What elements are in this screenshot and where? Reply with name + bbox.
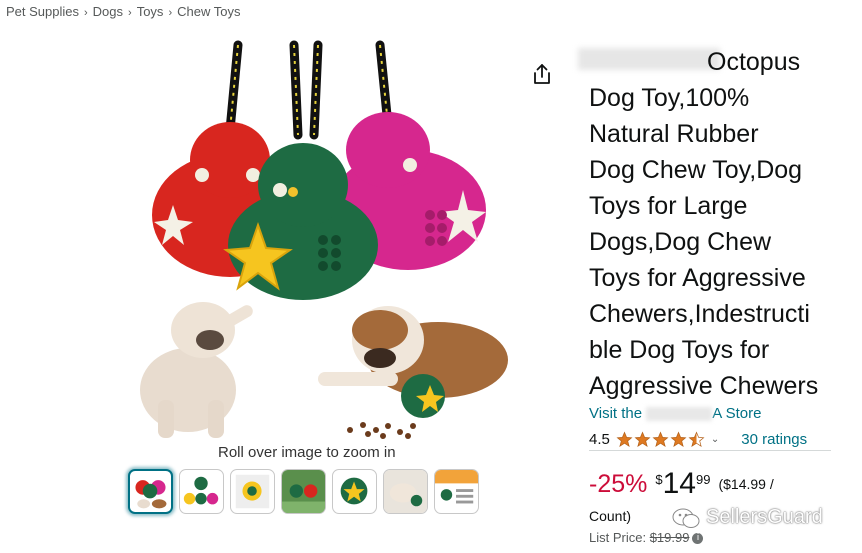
title-line: Toys for Aggressive bbox=[589, 264, 806, 292]
title-line: Dog Chew Toy,Dog bbox=[589, 156, 803, 184]
rating-value: 4.5 bbox=[589, 430, 610, 448]
discount-percent: -25% bbox=[589, 470, 648, 498]
store-name-redaction bbox=[646, 407, 713, 422]
zoom-hint: Roll over image to zoom in bbox=[218, 444, 396, 461]
unit-price: ($14.99 / bbox=[718, 476, 774, 492]
thumbnail-6[interactable] bbox=[383, 469, 428, 514]
list-price-label: List Price: bbox=[589, 530, 647, 545]
price-fraction: 99 bbox=[695, 472, 711, 487]
breadcrumb-separator: › bbox=[84, 7, 88, 19]
ratings-count-link[interactable]: 30 ratings bbox=[741, 431, 807, 448]
unit-count: Count) bbox=[589, 508, 632, 524]
thumbnail-3[interactable] bbox=[230, 469, 275, 514]
store-link-prefix: Visit the bbox=[589, 405, 643, 422]
thumbnail-1[interactable] bbox=[128, 469, 173, 514]
star-full-icon bbox=[670, 431, 687, 447]
title-line: Aggressive Chewers bbox=[589, 372, 819, 400]
title-line: Toys for Large bbox=[589, 192, 748, 220]
title-line: ble Dog Toys for bbox=[589, 336, 770, 364]
divider bbox=[589, 450, 831, 451]
star-rating[interactable] bbox=[616, 431, 705, 448]
thumbnail-strip bbox=[128, 469, 479, 514]
breadcrumb-separator: › bbox=[128, 7, 132, 19]
wechat-logo-icon bbox=[672, 508, 700, 528]
breadcrumb-pet-supplies[interactable]: Pet Supplies bbox=[6, 4, 79, 19]
star-full-icon bbox=[634, 431, 651, 447]
breadcrumb: Pet Supplies › Dogs › Toys › Chew Toys bbox=[6, 4, 240, 19]
thumbnail-5[interactable] bbox=[332, 469, 377, 514]
store-link[interactable]: Visit the A Store bbox=[589, 405, 761, 422]
title-line: Dog Toy,100% bbox=[589, 84, 750, 112]
breadcrumb-separator: › bbox=[168, 7, 173, 19]
thumbnail-2[interactable] bbox=[179, 469, 224, 514]
thumbnail-7[interactable] bbox=[434, 469, 479, 514]
star-full-icon bbox=[616, 431, 633, 447]
price-currency: $ bbox=[655, 472, 663, 487]
star-half-icon bbox=[688, 431, 705, 447]
main-product-image[interactable] bbox=[118, 40, 518, 442]
title-line: Chewers,Indestructi bbox=[589, 300, 810, 328]
chevron-down-icon[interactable]: ⌄ bbox=[711, 434, 719, 445]
rating-row: 4.5 ⌄ 30 ratings bbox=[589, 428, 831, 450]
watermark: SellersGuard bbox=[672, 506, 823, 529]
price-block: -25% $ 14 99 ($14.99 / bbox=[589, 466, 774, 502]
store-link-suffix: A Store bbox=[712, 405, 762, 422]
info-icon[interactable]: i bbox=[692, 533, 704, 545]
watermark-text: SellersGuard bbox=[706, 506, 823, 528]
title-line: Octopus bbox=[707, 48, 801, 76]
breadcrumb-toys[interactable]: Toys bbox=[137, 4, 164, 19]
breadcrumb-chew-toys[interactable]: Chew Toys bbox=[177, 4, 240, 19]
thumbnail-4[interactable] bbox=[281, 469, 326, 514]
title-line: Natural Rubber bbox=[589, 120, 759, 148]
product-title: Octopus Dog Toy,100% Natural Rubber Dog … bbox=[589, 44, 839, 404]
star-full-icon bbox=[652, 431, 669, 447]
price-whole: 14 bbox=[662, 467, 696, 500]
list-price-value: $19.99 bbox=[649, 530, 690, 545]
list-price: List Price: $19.99 i bbox=[589, 530, 704, 545]
share-icon[interactable] bbox=[530, 62, 554, 86]
title-line: Dogs,Dog Chew bbox=[589, 228, 772, 256]
breadcrumb-dogs[interactable]: Dogs bbox=[93, 4, 123, 19]
